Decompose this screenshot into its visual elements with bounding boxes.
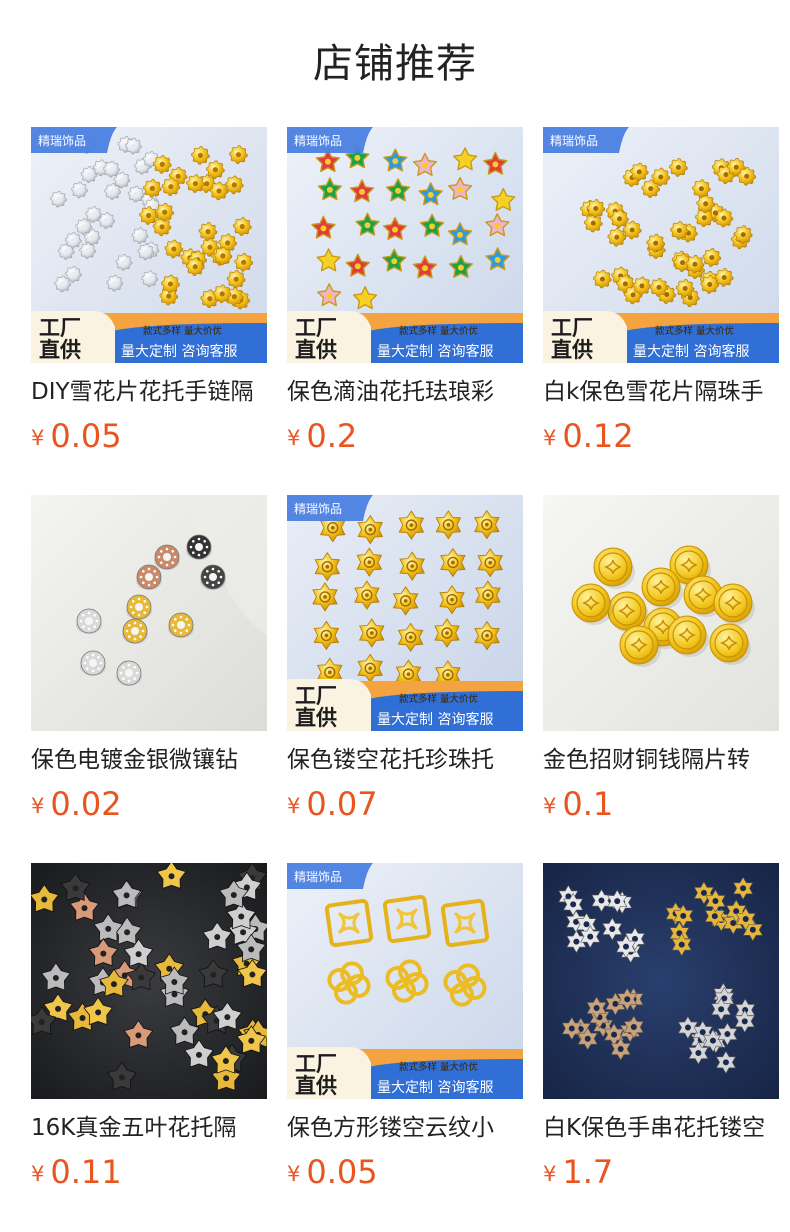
factory-direct-banner: 工厂 直供 款式多样 量大价优 量大定制 咨询客服: [31, 311, 267, 363]
factory-direct-banner: 工厂 直供 款式多样 量大价优 量大定制 咨询客服: [287, 311, 523, 363]
product-image[interactable]: [543, 495, 779, 731]
product-price: ¥1.7: [543, 1153, 613, 1191]
shop-tag-badge: 精瑞饰品: [287, 495, 373, 521]
factory-line1: 工厂: [295, 316, 337, 340]
product-price: ¥0.12: [543, 417, 634, 455]
price-value: 0.07: [306, 785, 378, 823]
product-card[interactable]: 保色电镀金银微镶钻 ¥0.02: [31, 495, 267, 825]
shop-tag-badge: 精瑞饰品: [31, 127, 117, 153]
shop-tag-label: 精瑞饰品: [294, 134, 342, 148]
product-name[interactable]: 保色滴油花托珐琅彩: [287, 375, 523, 409]
promo-large: 量大定制 咨询客服: [377, 1079, 493, 1096]
currency-symbol: ¥: [287, 794, 301, 818]
factory-line1: 工厂: [551, 316, 593, 340]
product-name[interactable]: 保色镂空花托珍珠托: [287, 743, 523, 777]
price-value: 0.11: [50, 1153, 122, 1191]
price-value: 1.7: [562, 1153, 614, 1191]
promo-large: 量大定制 咨询客服: [377, 343, 493, 360]
factory-direct-banner: 工厂 直供 款式多样 量大价优 量大定制 咨询客服: [543, 311, 779, 363]
product-price: ¥0.11: [31, 1153, 122, 1191]
product-card[interactable]: 白K保色手串花托镂空 ¥1.7: [543, 863, 779, 1193]
product-name[interactable]: DIY雪花片花托手链隔: [31, 375, 267, 409]
factory-line2: 直供: [295, 1074, 337, 1098]
product-image[interactable]: 精瑞饰品 工厂 直供 款式多样 量大价优 量大定制 咨询客服: [287, 495, 523, 731]
product-name[interactable]: 白k保色雪花片隔珠手: [543, 375, 779, 409]
product-image[interactable]: [31, 863, 267, 1099]
price-value: 0.12: [562, 417, 634, 455]
product-price: ¥0.05: [287, 1153, 378, 1191]
product-card[interactable]: 精瑞饰品 工厂 直供 款式多样 量大价优 量大定制 咨询客服 保色滴油花托珐琅彩…: [287, 127, 523, 457]
product-price: ¥0.02: [31, 785, 122, 823]
product-price: ¥0.2: [287, 417, 357, 455]
product-image[interactable]: 精瑞饰品 工厂 直供 款式多样 量大价优 量大定制 咨询客服: [543, 127, 779, 363]
product-card[interactable]: 精瑞饰品 工厂 直供 款式多样 量大价优 量大定制 咨询客服 保色方形镂空云纹小…: [287, 863, 523, 1193]
currency-symbol: ¥: [543, 794, 557, 818]
factory-direct-banner: 工厂 直供 款式多样 量大价优 量大定制 咨询客服: [287, 1047, 523, 1099]
currency-symbol: ¥: [31, 1162, 45, 1186]
currency-symbol: ¥: [287, 426, 301, 450]
promo-small: 款式多样 量大价优: [399, 1061, 479, 1073]
shop-tag-badge: 精瑞饰品: [287, 127, 373, 153]
product-card[interactable]: 精瑞饰品 工厂 直供 款式多样 量大价优 量大定制 咨询客服 白k保色雪花片隔珠…: [543, 127, 779, 457]
product-image[interactable]: 精瑞饰品 工厂 直供 款式多样 量大价优 量大定制 咨询客服: [287, 863, 523, 1099]
currency-symbol: ¥: [543, 426, 557, 450]
store-recommendations-page: { "header": { "title": "店铺推荐" }, "curren…: [0, 0, 790, 1232]
product-name[interactable]: 白K保色手串花托镂空: [543, 1111, 779, 1145]
factory-line2: 直供: [39, 338, 81, 362]
currency-symbol: ¥: [543, 1162, 557, 1186]
currency-symbol: ¥: [287, 1162, 301, 1186]
promo-small: 款式多样 量大价优: [399, 325, 479, 337]
product-card[interactable]: 精瑞饰品 工厂 直供 款式多样 量大价优 量大定制 咨询客服 DIY雪花片花托手…: [31, 127, 267, 457]
product-price: ¥0.1: [543, 785, 613, 823]
product-name[interactable]: 16K真金五叶花托隔: [31, 1111, 267, 1145]
product-card[interactable]: 16K真金五叶花托隔 ¥0.11: [31, 863, 267, 1193]
product-image[interactable]: 精瑞饰品 工厂 直供 款式多样 量大价优 量大定制 咨询客服: [31, 127, 267, 363]
shop-tag-label: 精瑞饰品: [550, 134, 598, 148]
product-card[interactable]: 精瑞饰品 工厂 直供 款式多样 量大价优 量大定制 咨询客服 保色镂空花托珍珠托…: [287, 495, 523, 825]
factory-line1: 工厂: [295, 1052, 337, 1076]
product-image[interactable]: 精瑞饰品 工厂 直供 款式多样 量大价优 量大定制 咨询客服: [287, 127, 523, 363]
factory-line2: 直供: [551, 338, 593, 362]
factory-line2: 直供: [295, 706, 337, 730]
shop-tag-badge: 精瑞饰品: [287, 863, 373, 889]
factory-line1: 工厂: [295, 684, 337, 708]
factory-line1: 工厂: [39, 316, 81, 340]
page-title: 店铺推荐: [313, 41, 477, 87]
price-value: 0.2: [306, 417, 358, 455]
shop-tag-label: 精瑞饰品: [38, 134, 86, 148]
price-value: 0.05: [306, 1153, 378, 1191]
currency-symbol: ¥: [31, 794, 45, 818]
price-value: 0.1: [562, 785, 614, 823]
shop-tag-badge: 精瑞饰品: [543, 127, 629, 153]
price-value: 0.05: [50, 417, 122, 455]
product-image[interactable]: [31, 495, 267, 731]
factory-direct-banner: 工厂 直供 款式多样 量大价优 量大定制 咨询客服: [287, 679, 523, 731]
shop-tag-label: 精瑞饰品: [294, 502, 342, 516]
product-name[interactable]: 保色电镀金银微镶钻: [31, 743, 267, 777]
promo-large: 量大定制 咨询客服: [121, 343, 237, 360]
product-name[interactable]: 保色方形镂空云纹小: [287, 1111, 523, 1145]
currency-symbol: ¥: [31, 426, 45, 450]
product-price: ¥0.05: [31, 417, 122, 455]
product-price: ¥0.07: [287, 785, 378, 823]
promo-small: 款式多样 量大价优: [655, 325, 735, 337]
shop-tag-label: 精瑞饰品: [294, 870, 342, 884]
price-value: 0.02: [50, 785, 122, 823]
product-name[interactable]: 金色招财铜钱隔片转: [543, 743, 779, 777]
factory-line2: 直供: [295, 338, 337, 362]
promo-small: 款式多样 量大价优: [143, 325, 223, 337]
promo-large: 量大定制 咨询客服: [633, 343, 749, 360]
promo-large: 量大定制 咨询客服: [377, 711, 493, 728]
promo-small: 款式多样 量大价优: [399, 693, 479, 705]
product-image[interactable]: [543, 863, 779, 1099]
product-card[interactable]: 金色招财铜钱隔片转 ¥0.1: [543, 495, 779, 825]
